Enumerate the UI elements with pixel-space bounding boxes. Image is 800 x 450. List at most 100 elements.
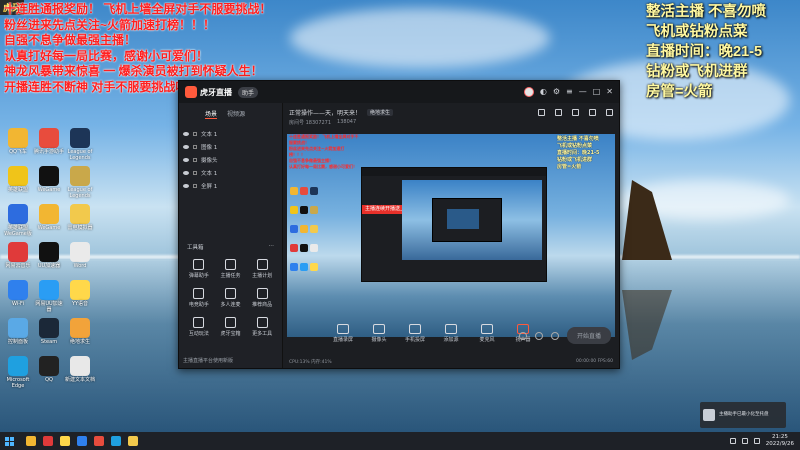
tab-sources[interactable]: 视频源 — [227, 109, 245, 119]
app-icon — [39, 166, 59, 186]
eye-icon[interactable] — [183, 170, 189, 175]
tab-scenes[interactable]: 场景 — [205, 109, 218, 119]
stream-preview[interactable]: 十连胜通报奖励！ 飞机上墙全屏对手不服要挑战！ 粉丝进来先点关注~火箭加速打榜！… — [287, 134, 615, 337]
tool-button[interactable]: 主播任务 — [215, 259, 247, 279]
lock-icon[interactable] — [193, 170, 197, 175]
gift-icon[interactable] — [538, 109, 545, 116]
eye-icon[interactable] — [183, 157, 189, 162]
tool-button[interactable]: 推荐商品 — [246, 288, 278, 308]
tool-button[interactable]: 虎牙宝箱 — [215, 317, 247, 337]
desktop-icon[interactable]: 网易云音乐 — [3, 242, 33, 269]
desktop-icon[interactable]: QQ — [34, 356, 64, 383]
tool-button[interactable]: 弹幕助手 — [183, 259, 215, 279]
eye-icon[interactable] — [183, 144, 189, 149]
tool-button[interactable]: 电竞助手 — [183, 288, 215, 308]
desktop-icon[interactable]: 绝地求生 — [65, 318, 95, 345]
stream-title[interactable]: 正常操作——天，明天来！ — [289, 108, 361, 117]
taskbar-app-icon[interactable] — [77, 436, 87, 446]
lock-icon[interactable] — [193, 144, 197, 149]
bell-icon[interactable] — [589, 109, 596, 116]
desktop-icon[interactable]: Microsoft Edge — [3, 356, 33, 389]
toolbox-more-icon[interactable]: ⋯ — [269, 243, 275, 251]
stream-info: 正常操作——天，明天来！ 绝地求生 房间号 18307271 138047 — [283, 103, 619, 131]
system-clock[interactable]: 21:25 2022/9/26 — [766, 434, 794, 448]
start-live-button[interactable]: 开始直播 — [566, 327, 611, 344]
desktop-icon[interactable]: YY语音 — [65, 280, 95, 307]
overlay-line: 房管=火箭 — [557, 164, 582, 170]
screen-capture-button[interactable]: 直播录屏 — [331, 324, 355, 343]
taskbar-app-icon[interactable] — [111, 436, 121, 446]
minimize-icon[interactable]: — — [579, 87, 587, 97]
layout-icon[interactable] — [606, 109, 613, 116]
settings-icon[interactable] — [534, 331, 543, 340]
add-source-button[interactable]: 添加源 — [439, 324, 463, 343]
lock-icon[interactable] — [555, 109, 562, 116]
camera-button[interactable]: 摄像头 — [367, 324, 391, 343]
taskbar-app-icon[interactable] — [94, 436, 104, 446]
desktop-icon[interactable]: 英雄联盟WeGame版 — [3, 204, 33, 237]
scene-item[interactable]: 摄像头 — [183, 153, 278, 166]
lock-icon[interactable] — [193, 131, 197, 136]
taskbar-app-icon[interactable] — [43, 436, 53, 446]
scene-item[interactable]: 文本 1 — [183, 127, 278, 140]
overlay-line: 房管=火箭 — [646, 84, 713, 100]
nested-preview — [402, 180, 542, 260]
share-icon[interactable] — [572, 109, 579, 116]
desktop-icon[interactable]: WeGame — [34, 166, 64, 193]
eye-icon[interactable] — [183, 183, 189, 188]
app-icon — [39, 356, 59, 376]
desktop-icon[interactable]: League of Legends — [65, 166, 95, 199]
power-icon[interactable] — [550, 331, 559, 340]
menu-icon[interactable]: ≡ — [566, 87, 573, 97]
lock-icon[interactable] — [193, 183, 197, 188]
taskbar-app-icon[interactable] — [26, 436, 36, 446]
user-avatar[interactable] — [523, 87, 534, 97]
desktop-icon[interactable]: League of Legends — [65, 128, 95, 161]
scene-item[interactable]: 图像 1 — [183, 140, 278, 153]
scene-item[interactable]: 全屏 1 — [183, 179, 278, 192]
app-brand-label: 虎牙直播 — [200, 87, 232, 97]
toolbox-title: 工具箱 — [187, 245, 204, 251]
tool-button[interactable]: 多人连麦 — [215, 288, 247, 308]
app-icon — [70, 280, 90, 300]
notification-icon — [703, 409, 715, 421]
desktop-icon[interactable]: 腾讯手游助手 — [34, 128, 64, 155]
settings-icon[interactable]: ⚙ — [553, 87, 560, 97]
title-bar[interactable]: 虎牙直播 助手 ◐ ⚙ ≡ — □ ✕ — [179, 81, 619, 103]
tool-button[interactable]: 互动玩法 — [183, 317, 215, 337]
record-icon[interactable] — [518, 331, 527, 340]
desktop-icon[interactable]: 新建文本文档 — [65, 356, 95, 383]
lock-icon[interactable] — [193, 157, 197, 162]
desktop-icon[interactable]: 控制面板 — [3, 318, 33, 345]
start-button[interactable] — [0, 432, 18, 450]
ime-icon[interactable] — [753, 438, 760, 444]
desktop-icon[interactable]: Word — [65, 242, 95, 269]
taskbar-app-icon[interactable] — [128, 436, 138, 446]
volume-icon[interactable] — [741, 438, 748, 444]
desktop-icon[interactable]: Wi-Fi — [3, 280, 33, 307]
tool-button[interactable]: 主播计划 — [246, 259, 278, 279]
microphone-button[interactable]: 麦克风 — [475, 324, 499, 343]
desktop-icon[interactable]: UU加速器 — [34, 242, 64, 269]
toolbox-header: 工具箱 ⋯ — [187, 243, 274, 251]
skin-icon[interactable]: ◐ — [540, 87, 547, 97]
tool-label: 弹幕助手 — [188, 273, 209, 279]
desktop-icon[interactable]: WeGame — [34, 204, 64, 231]
desktop-icon[interactable]: 雷电模拟器 — [65, 204, 95, 231]
network-icon[interactable] — [729, 438, 736, 444]
desktop-icon[interactable]: Steam — [34, 318, 64, 345]
stream-tag[interactable]: 绝地求生 — [367, 108, 394, 116]
overlay-line: 飞机或钻粉点菜 — [646, 24, 748, 40]
desktop-icon[interactable]: 英雄联盟 — [3, 166, 33, 193]
eye-icon[interactable] — [183, 131, 189, 136]
desktop-icon[interactable]: 网易UU加速器 — [34, 280, 64, 313]
scene-item[interactable]: 文本 1 — [183, 166, 278, 179]
overlay-line: 十连胜通报奖励！ 飞机上墙全屏对手不服要挑战！ — [4, 2, 272, 16]
phone-cast-button[interactable]: 手机投屏 — [403, 324, 427, 343]
tool-button[interactable]: 更多工具 — [246, 317, 278, 337]
desktop-icon[interactable]: QQ飞车 — [3, 128, 33, 155]
taskbar-app-icon[interactable] — [60, 436, 70, 446]
notification-toast[interactable]: 主播助手已最小化至托盘 — [700, 402, 786, 428]
close-icon[interactable]: ✕ — [606, 87, 613, 97]
maximize-icon[interactable]: □ — [593, 87, 601, 97]
